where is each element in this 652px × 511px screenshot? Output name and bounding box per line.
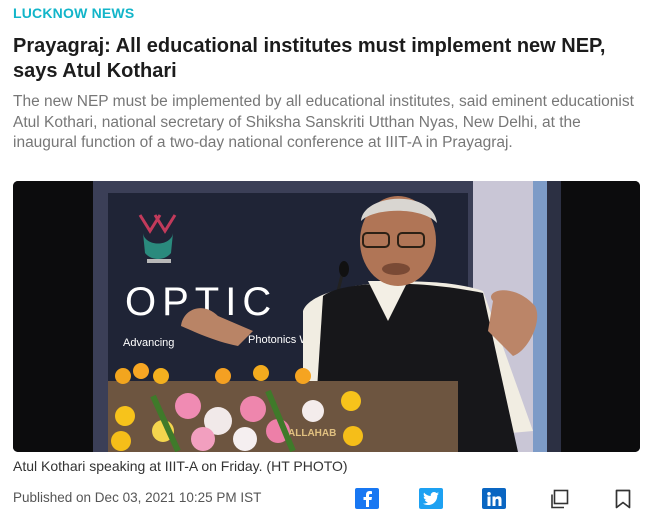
photo-illustration: OPTIC Advancing Photonics W ALLAHAB <box>13 181 640 452</box>
copy-icon <box>551 489 569 509</box>
facebook-share-button[interactable] <box>355 488 379 509</box>
linkedin-icon <box>486 491 501 506</box>
section-link[interactable]: LUCKNOW NEWS <box>13 5 134 21</box>
facebook-icon <box>363 490 372 507</box>
published-date: Published on Dec 03, 2021 10:25 PM IST <box>13 490 262 505</box>
article-card: LUCKNOW NEWS Prayagraj: All educational … <box>0 0 652 511</box>
bookmark-icon <box>615 489 631 509</box>
copy-link-button[interactable] <box>547 488 571 510</box>
twitter-icon <box>423 492 439 505</box>
linkedin-share-button[interactable] <box>482 488 506 509</box>
article-headline[interactable]: Prayagraj: All educational institutes mu… <box>13 34 633 84</box>
article-photo[interactable]: OPTIC Advancing Photonics W ALLAHAB <box>13 181 640 452</box>
article-footer: Published on Dec 03, 2021 10:25 PM IST <box>13 488 640 510</box>
photo-caption: Atul Kothari speaking at IIIT-A on Frida… <box>13 458 348 474</box>
podium-text: ALLAHAB <box>288 428 336 439</box>
bookmark-button[interactable] <box>611 488 635 510</box>
twitter-share-button[interactable] <box>419 488 443 509</box>
banner-subtext: Advancing <box>123 337 174 349</box>
article-summary: The new NEP must be implemented by all e… <box>13 93 634 151</box>
banner-subtext2: Photonics W <box>248 334 310 346</box>
